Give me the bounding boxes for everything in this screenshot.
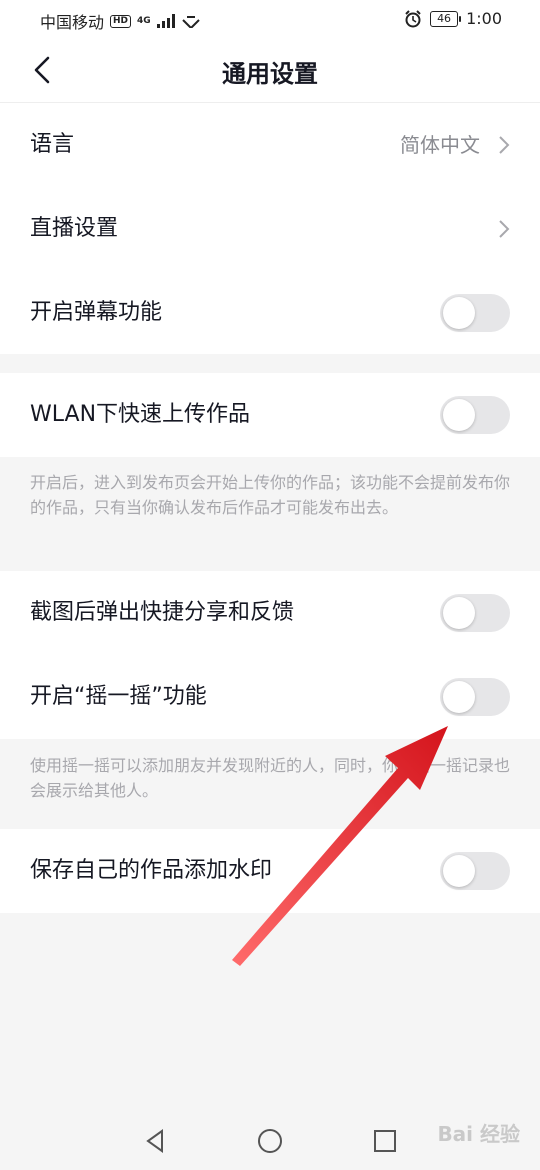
wlan-description: 开启后，进入到发布页会开始上传你的作品；该功能不会提前发布你的作品，只有当你确认… — [30, 473, 511, 517]
settings-group-watermark: 保存自己的作品添加水印 — [0, 829, 540, 913]
clock-time: 1:00 — [466, 9, 502, 28]
triangle-back-icon[interactable] — [140, 1126, 170, 1156]
settings-group-basic: 语言 简体中文 直播设置 开启弹幕功能 — [0, 103, 540, 354]
setting-row-language[interactable]: 语言 简体中文 — [0, 103, 540, 187]
carrier-name: 中国移动 — [40, 13, 105, 32]
circle-home-icon[interactable] — [255, 1126, 285, 1156]
watermark-toggle[interactable] — [440, 852, 510, 890]
toggle-knob — [443, 681, 475, 713]
shake-toggle[interactable] — [440, 678, 510, 716]
toggle-knob — [443, 399, 475, 431]
settings-group-share: 截图后弹出快捷分享和反馈 开启“摇一摇”功能 — [0, 571, 540, 739]
screenshot-toggle[interactable] — [440, 594, 510, 632]
page-title: 通用设置 — [222, 60, 318, 88]
chevron-right-icon — [499, 220, 510, 238]
signal-icon — [156, 14, 175, 28]
toggle-knob — [443, 297, 475, 329]
shake-description: 使用摇一摇可以添加朋友并发现附近的人，同时，你的摇一摇记录也会展示给其他人。 — [30, 756, 511, 800]
status-right: 46 1:00 — [404, 9, 502, 28]
status-left: 中国移动 HD 4G — [40, 9, 201, 33]
watermark-label: 保存自己的作品添加水印 — [30, 858, 273, 883]
title-bar: 通用设置 — [0, 38, 540, 103]
alarm-icon — [405, 9, 421, 27]
chevron-right-icon — [499, 136, 510, 154]
wlan-label: WLAN下快速上传作品 — [30, 402, 251, 427]
network-type: 4G — [137, 15, 151, 26]
setting-row-watermark: 保存自己的作品添加水印 — [0, 829, 540, 913]
wifi-call-icon — [181, 16, 200, 28]
setting-row-live[interactable]: 直播设置 — [0, 187, 540, 271]
settings-group-wlan: WLAN下快速上传作品 — [0, 373, 540, 457]
setting-row-shake: 开启“摇一摇”功能 — [0, 655, 540, 739]
live-settings-label: 直播设置 — [30, 216, 119, 241]
baidu-watermark: Bai 经验 — [437, 1122, 520, 1146]
battery-icon: 46 — [430, 10, 462, 27]
wlan-toggle[interactable] — [440, 396, 510, 434]
status-bar: 中国移动 HD 4G 46 1:00 — [0, 0, 540, 38]
danmaku-label: 开启弹幕功能 — [30, 300, 163, 325]
language-value: 简体中文 — [400, 133, 480, 157]
setting-row-danmaku: 开启弹幕功能 — [0, 271, 540, 355]
setting-row-screenshot: 截图后弹出快捷分享和反馈 — [0, 571, 540, 655]
language-label: 语言 — [30, 132, 75, 157]
shake-label: 开启“摇一摇”功能 — [30, 684, 207, 709]
hd-badge: HD — [110, 14, 132, 28]
square-recent-icon[interactable] — [370, 1126, 400, 1156]
setting-row-wlan: WLAN下快速上传作品 — [0, 373, 540, 457]
danmaku-toggle[interactable] — [440, 294, 510, 332]
toggle-knob — [443, 855, 475, 887]
toggle-knob — [443, 597, 475, 629]
screenshot-share-label: 截图后弹出快捷分享和反馈 — [30, 600, 295, 625]
